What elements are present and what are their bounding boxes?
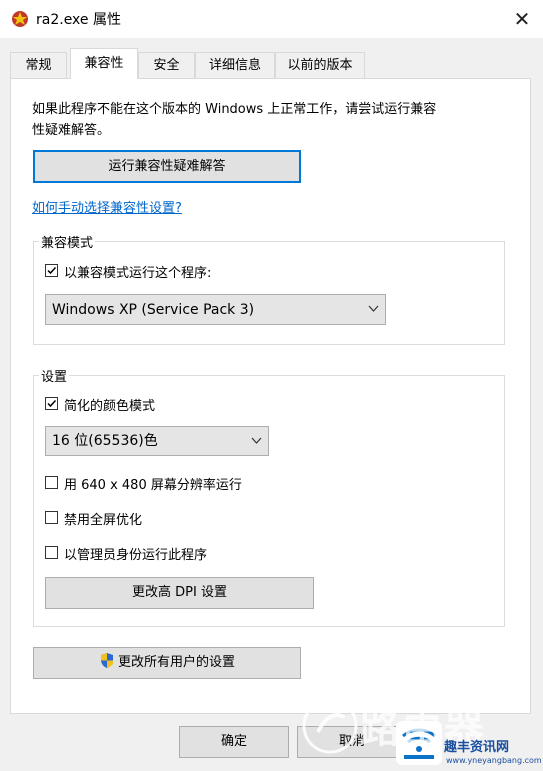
- app-icon: [10, 9, 30, 29]
- run-as-admin-label: 以管理员身份运行此程序: [64, 548, 208, 563]
- reduced-color-label: 简化的颜色模式: [64, 399, 156, 414]
- change-all-users-label: 更改所有用户的设置: [117, 655, 235, 670]
- watermark-brand: 趣丰资讯网: [444, 740, 510, 755]
- color-depth-value: 16 位(65536)色: [52, 433, 158, 449]
- compat-mode-checkbox-label: 以兼容模式运行这个程序:: [64, 266, 212, 281]
- tab-label: 兼容性: [84, 56, 124, 71]
- tab-label: 安全: [153, 58, 180, 73]
- tab-label: 详细信息: [208, 58, 261, 73]
- tab-label: 以前的版本: [287, 58, 353, 73]
- res-640-checkbox[interactable]: [45, 476, 58, 489]
- change-all-users-button[interactable]: 更改所有用户的设置: [33, 647, 301, 679]
- tab-security[interactable]: 安全: [138, 52, 195, 78]
- compat-mode-checkbox[interactable]: [45, 264, 58, 277]
- ok-button[interactable]: 确定: [179, 726, 289, 758]
- chevron-down-icon: [251, 437, 262, 444]
- compat-mode-group: [33, 241, 505, 345]
- chevron-down-icon: [368, 305, 379, 312]
- intro-text: 如果此程序不能在这个版本的 Windows 上正常工作，请尝试运行兼容 性疑难解…: [32, 99, 532, 141]
- tab-previous-versions[interactable]: 以前的版本: [275, 52, 365, 78]
- tab-compatibility[interactable]: 兼容性: [70, 48, 138, 79]
- window-title: ra2.exe 属性: [36, 12, 121, 28]
- close-icon[interactable]: ✕: [508, 6, 536, 32]
- reduced-color-checkbox[interactable]: [45, 397, 58, 410]
- watermark-url: www.yneyangbang.com: [446, 756, 542, 765]
- intro-line-2: 性疑难解答。: [32, 123, 111, 138]
- tab-details[interactable]: 详细信息: [195, 52, 275, 78]
- disable-fullscreen-label: 禁用全屏优化: [64, 513, 143, 528]
- watermark: 路由器 趣丰资讯网 www.yneyangbang.com: [300, 688, 543, 771]
- manual-compat-link[interactable]: 如何手动选择兼容性设置?: [32, 197, 182, 216]
- res-640-label: 用 640 x 480 屏幕分辨率运行: [64, 478, 242, 493]
- change-dpi-button[interactable]: 更改高 DPI 设置: [45, 577, 314, 609]
- color-depth-select[interactable]: 16 位(65536)色: [45, 426, 269, 456]
- compat-mode-label: 兼容模式: [39, 232, 96, 251]
- run-as-admin-checkbox[interactable]: [45, 546, 58, 559]
- settings-label: 设置: [39, 366, 70, 385]
- run-troubleshooter-button[interactable]: 运行兼容性疑难解答: [33, 150, 301, 183]
- compat-os-select[interactable]: Windows XP (Service Pack 3): [45, 294, 386, 325]
- shield-icon: [100, 653, 113, 668]
- compat-os-value: Windows XP (Service Pack 3): [52, 302, 255, 318]
- intro-line-1: 如果此程序不能在这个版本的 Windows 上正常工作，请尝试运行兼容: [32, 102, 437, 117]
- tab-general[interactable]: 常规: [10, 52, 67, 78]
- disable-fullscreen-checkbox[interactable]: [45, 511, 58, 524]
- tab-label: 常规: [25, 58, 52, 73]
